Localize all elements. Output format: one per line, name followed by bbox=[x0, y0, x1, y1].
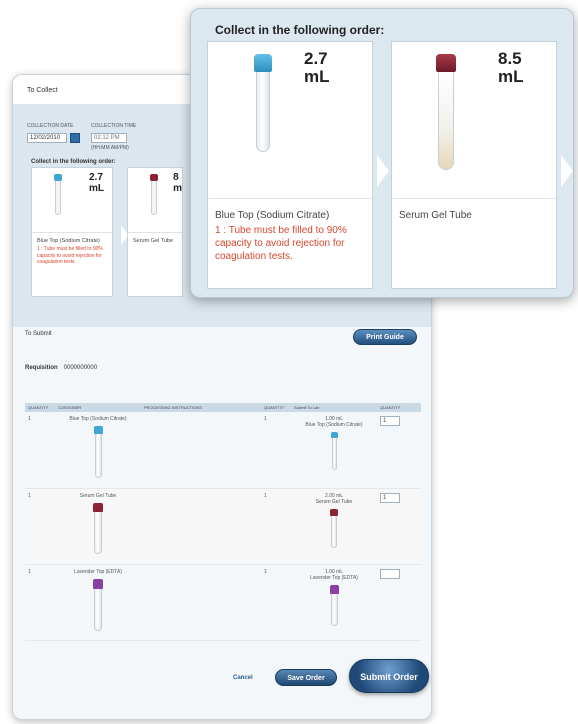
collection-date-input[interactable]: 12/02/2010 bbox=[27, 133, 67, 143]
row-qty: 1 bbox=[25, 564, 55, 641]
container-name: Blue Top (Sodium Citrate) bbox=[69, 416, 127, 422]
blue-tube-icon bbox=[54, 174, 62, 215]
mini-volume: 8m bbox=[173, 172, 182, 194]
quantity-input[interactable]: 1 bbox=[380, 492, 400, 503]
calendar-icon[interactable] bbox=[70, 133, 80, 143]
row-qty: 1 bbox=[25, 488, 55, 565]
quantity-input[interactable] bbox=[380, 568, 400, 579]
row-lab: 1.00 mL Lavender Top (EDTA) bbox=[291, 564, 377, 641]
row-instructions bbox=[141, 488, 261, 565]
tube-name: Blue Top (Sodium Citrate) bbox=[215, 210, 330, 221]
red-tube-icon bbox=[436, 54, 456, 170]
lab-container: Blue Top (Sodium Citrate) bbox=[305, 422, 363, 428]
table-row: 1 Serum Gel Tube 1 2.00 mL Serum Gel Tub… bbox=[25, 488, 421, 565]
order-page: To Collect COLLECTION DATE COLLECTION TI… bbox=[0, 0, 578, 724]
tube-volume: 2.7 mL bbox=[304, 49, 330, 86]
row-qty: 1 bbox=[261, 564, 291, 641]
container-name: Serum Gel Tube bbox=[79, 492, 117, 499]
mini-tube-card: 2.7 mL Blue Top (Sodium Citrate) 1 : Tube… bbox=[31, 167, 113, 297]
to-submit-title: To Submit bbox=[25, 331, 52, 337]
row-qty-input-cell: 1 bbox=[377, 488, 421, 565]
quantity-input[interactable]: 1 bbox=[380, 416, 400, 426]
table-row: 1 Lavender Top (EDTA) 1 1.00 mL Lavender… bbox=[25, 564, 421, 641]
collect-order-label: Collect in the following order: bbox=[31, 159, 116, 165]
tube-name: Serum Gel Tube bbox=[399, 210, 472, 221]
chevron-right-icon bbox=[561, 155, 573, 187]
chevron-right-icon bbox=[377, 155, 389, 187]
col-submit-to-lab: Submit To Lab bbox=[291, 403, 377, 412]
mini-tube-name: Serum Gel Tube bbox=[133, 238, 174, 244]
tube-card: 2.7 mL Blue Top (Sodium Citrate) 1 : Tube… bbox=[207, 41, 373, 289]
row-qty: 1 bbox=[25, 412, 55, 489]
tube-warning: 1 : Tube must be filled to 90% capacity … bbox=[215, 225, 347, 262]
lab-container: Lavender Top (EDTA) bbox=[310, 574, 358, 581]
mini-tube-name: Blue Top (Sodium Citrate) bbox=[37, 238, 100, 244]
row-instructions bbox=[141, 564, 261, 641]
time-format-hint: (HH:MM AM/PM) bbox=[91, 145, 129, 151]
print-guide-button[interactable]: Print Guide bbox=[353, 329, 417, 345]
table-header-row: QUANTITY CONTAINER PROCESSING INSTRUCTIO… bbox=[25, 403, 421, 412]
row-instructions bbox=[141, 412, 261, 489]
blue-tube-icon bbox=[93, 426, 103, 478]
row-container: Lavender Top (EDTA) bbox=[55, 564, 141, 641]
row-qty: 1 bbox=[261, 488, 291, 565]
cancel-link[interactable]: Cancel bbox=[233, 675, 253, 681]
to-collect-title: To Collect bbox=[27, 87, 58, 94]
lavender-tube-icon bbox=[329, 584, 339, 626]
collection-time-input[interactable]: 02:12 PM bbox=[91, 133, 127, 143]
collect-order-popup: Collect in the following order: 2.7 mL Bl… bbox=[190, 8, 574, 298]
row-lab: 1.00 mL Blue Top (Sodium Citrate) bbox=[291, 412, 377, 489]
save-order-button[interactable]: Save Order bbox=[275, 669, 337, 686]
col-quantity: QUANTITY bbox=[261, 403, 291, 412]
col-container: CONTAINER bbox=[55, 403, 141, 412]
container-name: Lavender Top (EDTA) bbox=[74, 568, 122, 575]
mini-tube-warning: 1 : Tube must be filled to 90% capacity … bbox=[37, 246, 103, 265]
blue-tube-icon bbox=[330, 432, 338, 470]
mini-tube-card: 8m Serum Gel Tube bbox=[127, 167, 183, 297]
red-tube-icon bbox=[93, 502, 103, 554]
collection-time-label: COLLECTION TIME bbox=[91, 123, 137, 129]
requisition: Requisition 0000000000 bbox=[25, 365, 98, 371]
row-qty-input-cell: 1 bbox=[377, 412, 421, 489]
tube-volume: 8.5 mL bbox=[498, 49, 524, 86]
col-quantity: QUANTITY bbox=[377, 403, 421, 412]
row-qty: 1 bbox=[261, 412, 291, 489]
red-tube-icon bbox=[330, 508, 338, 548]
col-quantity: QUANTITY bbox=[25, 403, 55, 412]
row-container: Blue Top (Sodium Citrate) bbox=[55, 412, 141, 489]
tube-card: 8.5 mL Serum Gel Tube bbox=[391, 41, 557, 289]
table-row: 1 Blue Top (Sodium Citrate) 1 1.00 mL Bl… bbox=[25, 412, 421, 489]
lab-container: Serum Gel Tube bbox=[315, 498, 353, 505]
submit-order-button[interactable]: Submit Order bbox=[349, 659, 429, 693]
requisition-number: 0000000000 bbox=[63, 365, 98, 371]
row-container: Serum Gel Tube bbox=[55, 488, 141, 565]
lavender-tube-icon bbox=[93, 578, 103, 631]
col-instructions: PROCESSING INSTRUCTIONS bbox=[141, 403, 261, 412]
mini-volume: 2.7 mL bbox=[89, 172, 104, 194]
row-qty-input-cell bbox=[377, 564, 421, 641]
blue-tube-icon bbox=[254, 54, 272, 152]
red-tube-icon bbox=[150, 174, 158, 215]
row-lab: 2.00 mL Serum Gel Tube bbox=[291, 488, 377, 565]
submit-table: QUANTITY CONTAINER PROCESSING INSTRUCTIO… bbox=[25, 403, 421, 641]
popup-title: Collect in the following order: bbox=[215, 23, 385, 37]
collection-date-label: COLLECTION DATE bbox=[27, 123, 74, 129]
